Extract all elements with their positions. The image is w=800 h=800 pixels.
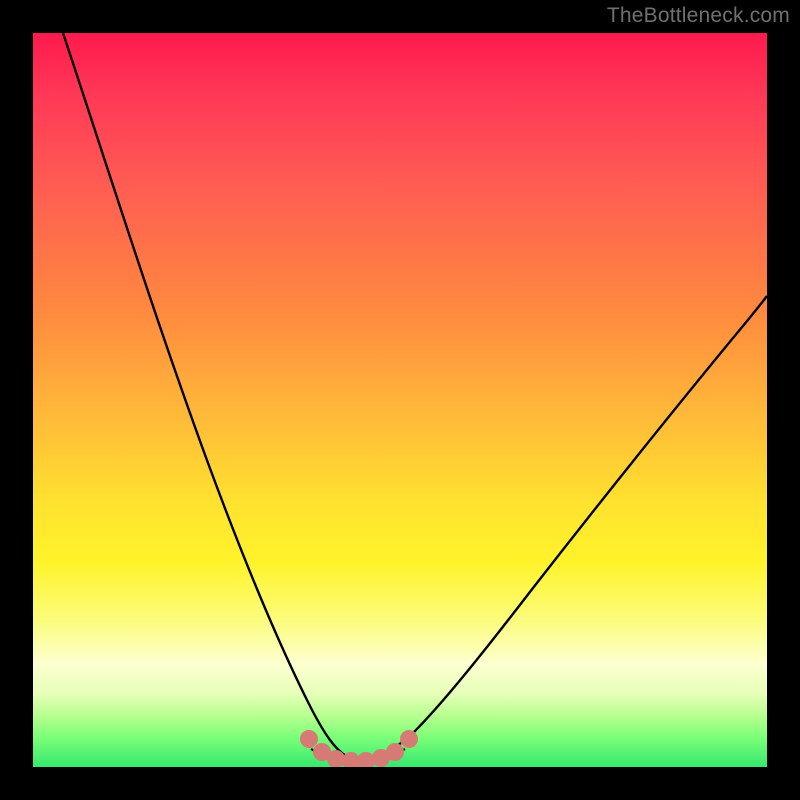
valley-markers (300, 730, 418, 767)
bottleneck-curve (63, 33, 767, 758)
plot-area (33, 33, 767, 767)
curve-layer (33, 33, 767, 767)
watermark-text: TheBottleneck.com (607, 4, 790, 28)
chart-frame: TheBottleneck.com (0, 0, 800, 800)
